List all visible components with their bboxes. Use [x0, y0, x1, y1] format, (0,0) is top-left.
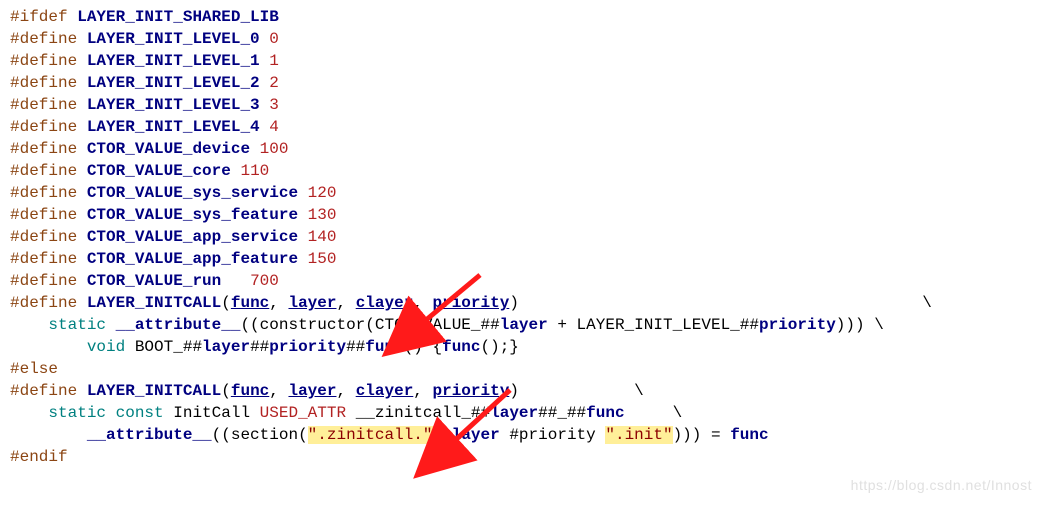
line: #endif: [10, 448, 68, 466]
line: static const InitCall USED_ATTR __zinitc…: [10, 404, 682, 422]
highlight-zinitcall: ".zinitcall.": [308, 426, 433, 444]
line: #define CTOR_VALUE_app_feature 150: [10, 250, 336, 268]
line: #define CTOR_VALUE_sys_feature 130: [10, 206, 336, 224]
pp-ifdef: #ifdef: [10, 8, 68, 26]
line: #define CTOR_VALUE_app_service 140: [10, 228, 336, 246]
line: #define CTOR_VALUE_sys_service 120: [10, 184, 336, 202]
line: #define LAYER_INITCALL(func, layer, clay…: [10, 382, 644, 400]
line: #define LAYER_INIT_LEVEL_4 4: [10, 118, 279, 136]
line: #ifdef LAYER_INIT_SHARED_LIB: [10, 8, 279, 26]
pp-endif: #endif: [10, 448, 68, 466]
line: #define CTOR_VALUE_run 700: [10, 272, 279, 290]
watermark: https://blog.csdn.net/Innost: [851, 474, 1032, 496]
line: __attribute__((section(".zinitcall." cla…: [10, 426, 769, 444]
code-block: #ifdef LAYER_INIT_SHARED_LIB #define LAY…: [0, 0, 1056, 502]
line: #else: [10, 360, 58, 378]
line: void BOOT_##layer##priority##func() {fun…: [10, 338, 519, 356]
line: #define LAYER_INIT_LEVEL_0 0: [10, 30, 279, 48]
pp-else: #else: [10, 360, 58, 378]
highlight-init: ".init": [605, 426, 672, 444]
line: #define CTOR_VALUE_core 110: [10, 162, 269, 180]
line: #define LAYER_INIT_LEVEL_2 2: [10, 74, 279, 92]
line: static __attribute__((constructor(CTOR_V…: [10, 316, 884, 334]
line: #define LAYER_INIT_LEVEL_1 1: [10, 52, 279, 70]
line: #define LAYER_INITCALL(func, layer, clay…: [10, 294, 932, 312]
line: #define LAYER_INIT_LEVEL_3 3: [10, 96, 279, 114]
line: #define CTOR_VALUE_device 100: [10, 140, 288, 158]
